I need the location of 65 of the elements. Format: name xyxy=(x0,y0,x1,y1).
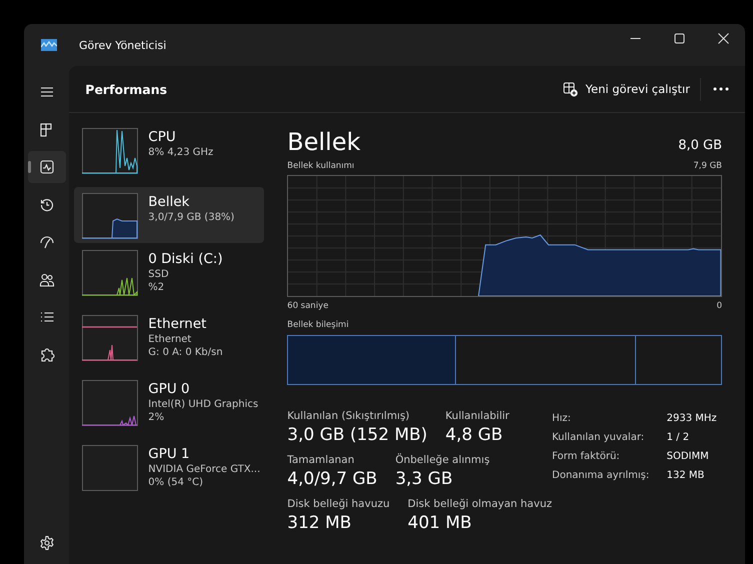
puzzle-icon xyxy=(38,346,55,362)
resource-item[interactable]: 0 Diski (C:) SSD %2 xyxy=(74,248,264,304)
run-new-task-button[interactable]: Yeni görevi çalıştır xyxy=(552,78,701,100)
stat-value: 312 MB xyxy=(287,512,352,535)
clock-icon xyxy=(38,196,55,212)
resource-name: 0 Diski (C:) xyxy=(148,251,223,268)
app-icon xyxy=(41,39,57,51)
stat-value: 3,0 GB (152 MB) xyxy=(287,424,428,447)
stat-label: Tamamlanan xyxy=(287,453,356,467)
page-title: Performans xyxy=(85,82,168,96)
resource-name: GPU 0 xyxy=(148,381,191,398)
spec-label: Form faktörü: xyxy=(552,450,621,464)
stat-value: 4,0/9,7 GB xyxy=(287,468,378,491)
mini-graph xyxy=(82,445,138,491)
close-icon xyxy=(718,32,728,44)
resource-name: Ethernet xyxy=(148,316,208,333)
resource-name: GPU 1 xyxy=(148,446,191,463)
detail-title: Bellek xyxy=(287,127,361,157)
resource-item[interactable]: CPU 8% 4,23 GHz xyxy=(74,126,264,182)
window-plus-icon xyxy=(562,82,578,96)
resource-name: Bellek xyxy=(148,194,190,211)
spec-value: 132 MB xyxy=(666,469,706,483)
spec-label: Hız: xyxy=(552,412,572,426)
resource-detail: Intel(R) UHD Graphics xyxy=(148,398,258,411)
total-memory: 8,0 GB xyxy=(678,138,722,153)
stat-label: Disk belleği olmayan havuz xyxy=(408,497,552,511)
more-icon xyxy=(713,87,729,91)
spec-label: Donanıma ayrılmış: xyxy=(552,469,650,483)
resource-detail: Ethernet xyxy=(148,333,192,346)
settings-icon xyxy=(38,534,55,550)
axis-label: 0 xyxy=(716,301,722,312)
spec-label: Kullanılan yuvalar: xyxy=(552,431,646,445)
resource-detail: 3,0/7,9 GB (38%) xyxy=(148,211,234,224)
stat-value: 3,3 GB xyxy=(395,468,454,491)
axis-label: 60 saniye xyxy=(287,301,328,312)
resource-detail: 0% (54 °C) xyxy=(148,476,204,489)
users-icon xyxy=(38,272,55,288)
graph-label: Bellek kullanımı xyxy=(287,161,354,172)
nav-button[interactable] xyxy=(28,151,66,183)
stat-value: 401 MB xyxy=(408,512,473,535)
resource-detail: %2 xyxy=(148,281,166,294)
resource-item[interactable]: Bellek 3,0/7,9 GB (38%) xyxy=(74,187,264,243)
resource-detail: G: 0 A: 0 Kb/sn xyxy=(148,346,223,359)
resource-detail: 8% 4,23 GHz xyxy=(148,146,214,159)
spec-value: 1 / 2 xyxy=(666,431,690,445)
graph-max: 7,9 GB xyxy=(693,161,722,172)
spec-value: 2933 MHz xyxy=(666,412,718,426)
spec-value: SODIMM xyxy=(666,450,710,464)
stat-label: Kullanılan (Sıkıştırılmış) xyxy=(287,409,411,423)
resource-detail: NVIDIA GeForce GTX... xyxy=(148,463,260,476)
resource-item[interactable]: GPU 1 NVIDIA GeForce GTX... 0% (54 °C) xyxy=(74,443,264,499)
resource-name: CPU xyxy=(148,129,177,146)
composition-label: Bellek bileşimi xyxy=(287,320,349,331)
pulse-icon xyxy=(38,159,55,175)
resource-detail: 2% xyxy=(148,411,166,424)
stat-value: 4,8 GB xyxy=(445,424,504,447)
resource-item[interactable]: Ethernet Ethernet G: 0 A: 0 Kb/sn xyxy=(74,313,264,369)
window-title: Görev Yöneticisi xyxy=(79,38,168,52)
gauge-icon xyxy=(38,234,55,250)
stat-label: Kullanılabilir xyxy=(445,409,510,423)
stat-label: Disk belleği havuzu xyxy=(287,497,390,511)
resource-item[interactable]: GPU 0 Intel(R) UHD Graphics 2% xyxy=(74,378,264,434)
resource-detail: SSD xyxy=(148,268,170,281)
maximize-icon xyxy=(674,32,684,44)
stat-label: Önbelleğe alınmış xyxy=(395,453,490,467)
